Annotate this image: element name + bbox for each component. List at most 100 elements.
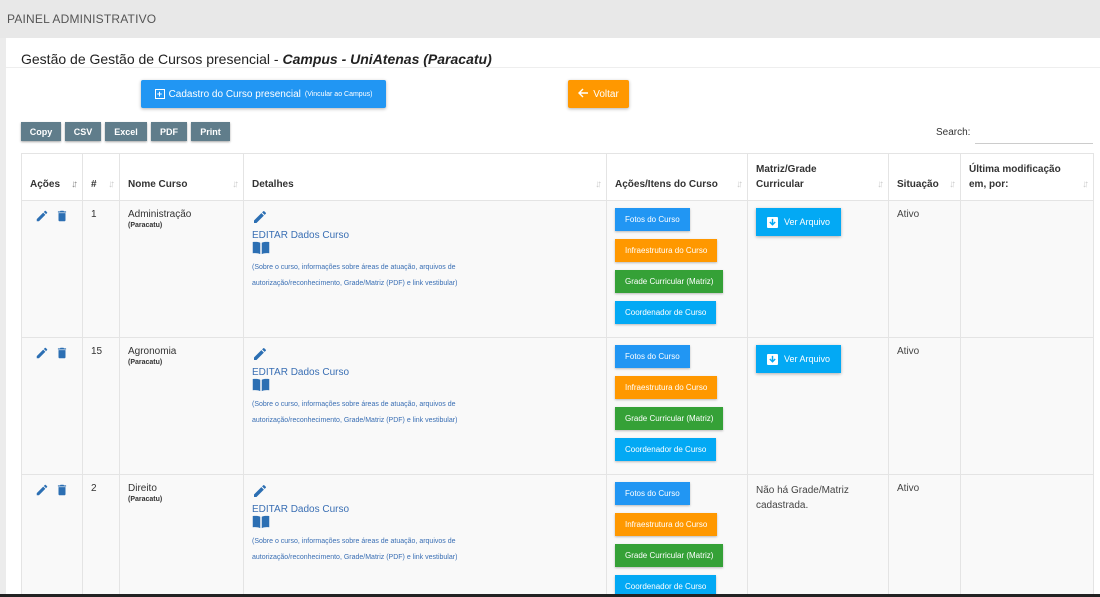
download-icon [767, 353, 778, 365]
status-cell: Ativo [888, 337, 961, 475]
id-cell: 2 [82, 474, 120, 594]
course-name: Direito [128, 483, 157, 494]
export-toolbar: Copy CSV Excel PDF Print [21, 122, 230, 141]
ver-arquivo-button[interactable]: Ver Arquivo [756, 208, 842, 236]
actions-cell [21, 474, 83, 594]
header-detalhes[interactable]: Detalhes ↓↑ [243, 153, 607, 201]
header-itens[interactable]: Ações/Itens do Curso ↓↑ [606, 153, 748, 201]
detail-description: (Sobre o curso, informações sobre áreas … [252, 538, 458, 561]
details-cell: EDITAR Dados Curso (Sobre o curso, infor… [243, 474, 607, 594]
items-cell: Fotos do Curso Infraestrutura do Curso G… [606, 337, 748, 475]
status-cell: Ativo [888, 200, 961, 338]
search-input[interactable] [975, 122, 1093, 144]
trash-icon[interactable] [55, 346, 69, 363]
excel-button[interactable]: Excel [105, 122, 147, 141]
infraestrutura-button[interactable]: Infraestrutura do Curso [615, 513, 718, 536]
cadastro-curso-sub: (Vincular ao Campus) [304, 90, 373, 98]
edit-pencil-icon[interactable] [35, 346, 49, 363]
coordenador-button[interactable]: Coordenador de Curso [615, 438, 717, 461]
csv-button[interactable]: CSV [65, 122, 101, 141]
edit-course-link[interactable]: EDITAR Dados Curso [252, 230, 598, 241]
sort-icon: ↓↑ [949, 179, 956, 190]
table-row: 15 Agronomia (Paracatu) EDITAR Dados Cur… [21, 337, 1094, 475]
matriz-cell: Não há Grade/Matriz cadastrada. [747, 474, 889, 594]
name-cell: Agronomia (Paracatu) [119, 337, 244, 475]
header-nome[interactable]: Nome Curso ↓↑ [119, 153, 244, 201]
details-cell: EDITAR Dados Curso (Sobre o curso, infor… [243, 337, 607, 475]
course-campus: (Paracatu) [128, 496, 163, 503]
sort-asc-icon: ↓↑ [71, 179, 78, 190]
sort-icon: ↓↑ [232, 179, 239, 190]
actions-cell [21, 200, 83, 338]
coordenador-button[interactable]: Coordenador de Curso [615, 575, 717, 594]
page-title-prefix: Gestão de Gestão de Cursos presencial - [21, 51, 283, 67]
plus-icon: + [154, 89, 165, 99]
status-cell: Ativo [888, 474, 961, 594]
course-campus: (Paracatu) [128, 222, 163, 229]
edit-pencil-icon[interactable] [252, 346, 268, 365]
detail-description: (Sobre o curso, informações sobre áreas … [252, 264, 458, 287]
grade-curricular-button[interactable]: Grade Curricular (Matriz) [615, 407, 724, 430]
items-cell: Fotos do Curso Infraestrutura do Curso G… [606, 474, 748, 594]
page-title: Gestão de Gestão de Cursos presencial - … [21, 51, 492, 67]
cadastro-curso-label: Cadastro do Curso presencial [168, 88, 301, 100]
name-cell: Direito (Paracatu) [119, 474, 244, 594]
trash-icon[interactable] [55, 209, 69, 226]
voltar-button[interactable]: Voltar [568, 80, 629, 108]
sort-icon: ↓↑ [877, 179, 884, 190]
top-bar: PAINEL ADMINISTRATIVO [0, 0, 1100, 38]
download-icon [767, 216, 778, 228]
courses-table: Ações ↓↑ # ↓↑ Nome Curso ↓↑ Detalhes ↓↑ Açõe… [21, 153, 1094, 594]
header-acoes[interactable]: Ações ↓↑ [21, 153, 83, 201]
coordenador-button[interactable]: Coordenador de Curso [615, 301, 717, 324]
book-open-icon [252, 241, 270, 258]
app-title: PAINEL ADMINISTRATIVO [7, 12, 157, 26]
table-row: 2 Direito (Paracatu) EDITAR Dados Curso … [21, 474, 1094, 594]
infraestrutura-button[interactable]: Infraestrutura do Curso [615, 239, 718, 262]
header-ultima[interactable]: Última modificação em, por: ↓↑ [960, 153, 1094, 201]
voltar-label: Voltar [593, 88, 619, 100]
title-divider [6, 67, 1100, 68]
header-situacao[interactable]: Situação ↓↑ [888, 153, 961, 201]
book-open-icon [252, 378, 270, 395]
pdf-button[interactable]: PDF [151, 122, 187, 141]
detail-description: (Sobre o curso, informações sobre áreas … [252, 401, 458, 424]
sort-icon: ↓↑ [1082, 179, 1089, 190]
fotos-curso-button[interactable]: Fotos do Curso [615, 482, 690, 505]
arrow-left-icon [578, 88, 589, 101]
header-num[interactable]: # ↓↑ [82, 153, 120, 201]
infraestrutura-button[interactable]: Infraestrutura do Curso [615, 376, 718, 399]
matriz-cell: Ver Arquivo [747, 200, 889, 338]
sort-icon: ↓↑ [108, 179, 115, 190]
course-campus: (Paracatu) [128, 359, 163, 366]
copy-button[interactable]: Copy [21, 122, 61, 141]
book-open-icon [252, 515, 270, 532]
edit-pencil-icon[interactable] [35, 483, 49, 500]
edit-course-link[interactable]: EDITAR Dados Curso [252, 504, 598, 515]
matriz-cell: Ver Arquivo [747, 337, 889, 475]
main-card: Gestão de Gestão de Cursos presencial - … [6, 38, 1100, 594]
fotos-curso-button[interactable]: Fotos do Curso [615, 345, 690, 368]
last-modified-cell [960, 474, 1094, 594]
ver-arquivo-button[interactable]: Ver Arquivo [756, 345, 842, 373]
last-modified-cell [960, 337, 1094, 475]
course-name: Administração [128, 209, 192, 220]
trash-icon[interactable] [55, 483, 69, 500]
edit-pencil-icon[interactable] [252, 209, 268, 228]
edit-course-link[interactable]: EDITAR Dados Curso [252, 367, 598, 378]
edit-pencil-icon[interactable] [35, 209, 49, 226]
sort-icon: ↓↑ [595, 179, 602, 190]
print-button[interactable]: Print [191, 122, 230, 141]
table-row: 1 Administração (Paracatu) EDITAR Dados … [21, 200, 1094, 338]
cadastro-curso-button[interactable]: + Cadastro do Curso presencial (Vincular… [141, 80, 386, 108]
actions-cell [21, 337, 83, 475]
search-label: Search: [936, 127, 971, 138]
grade-curricular-button[interactable]: Grade Curricular (Matriz) [615, 544, 724, 567]
items-cell: Fotos do Curso Infraestrutura do Curso G… [606, 200, 748, 338]
header-matriz[interactable]: Matriz/Grade Curricular ↓↑ [747, 153, 889, 201]
grade-curricular-button[interactable]: Grade Curricular (Matriz) [615, 270, 724, 293]
sort-icon: ↓↑ [736, 179, 743, 190]
fotos-curso-button[interactable]: Fotos do Curso [615, 208, 690, 231]
page-title-campus: Campus - UniAtenas (Paracatu) [282, 51, 492, 67]
edit-pencil-icon[interactable] [252, 483, 268, 502]
